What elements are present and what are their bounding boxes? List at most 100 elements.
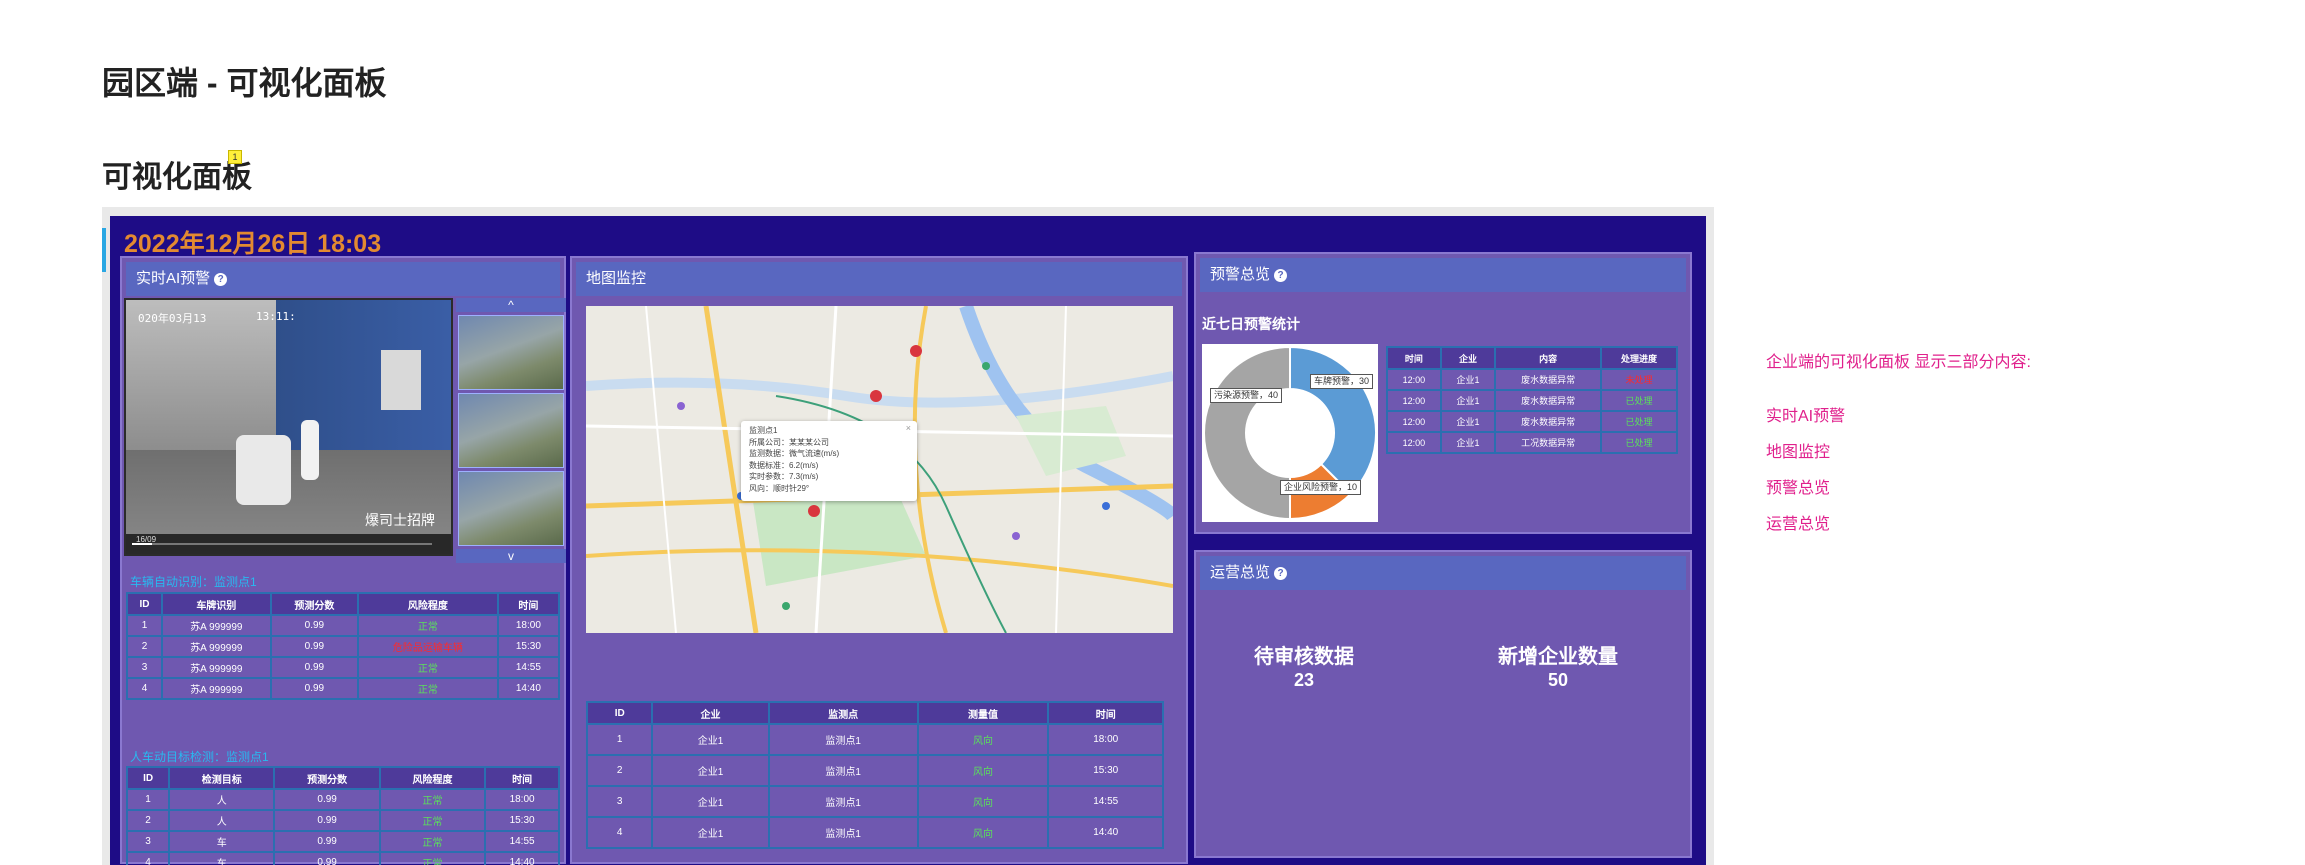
donut-slice[interactable] — [1203, 345, 1291, 521]
help-icon[interactable]: ? — [1274, 269, 1288, 282]
table-cell: 未处理 — [1599, 368, 1679, 391]
table-row[interactable]: 12:00 企业1 工况数据异常 已处理 — [1386, 431, 1679, 454]
video-player[interactable]: 020年03月13 13:11: 爆司士招牌 16/09 — [124, 298, 453, 556]
table-cell: 18:00 — [496, 614, 561, 637]
donut-slice[interactable] — [1289, 345, 1377, 496]
camera-thumbnail[interactable] — [458, 315, 564, 390]
table-cell: 0.99 — [273, 809, 381, 832]
popup-line: 风向：顺时针29° — [749, 483, 810, 493]
map-header: 地图监控 — [576, 262, 1182, 296]
table-header-cell: ID — [125, 766, 171, 790]
help-icon[interactable]: ? — [1274, 567, 1288, 580]
camera-thumbnail[interactable] — [458, 471, 564, 546]
dashboard-accent-bar — [102, 228, 106, 272]
table-row[interactable]: 2 人 0.99 正常 15:30 — [125, 809, 560, 832]
annotation-item: 运营总览 — [1766, 516, 1831, 533]
table-cell: 3 — [125, 830, 171, 853]
table-row[interactable]: 1 企业1 监测点1 风向 18:00 — [585, 723, 1164, 756]
ai-warning-header: 实时AI预警? — [126, 262, 560, 296]
table-cell: 0.99 — [273, 851, 381, 865]
map-view[interactable]: × 监测点1 所属公司：某某某公司 监测数据：微气流速(m/s) 数据标准：6.… — [586, 306, 1173, 633]
operations-panel: 运营总览? 待审核数据 23 新增企业数量 50 — [1194, 550, 1692, 858]
table-cell: 1 — [585, 723, 654, 756]
table-cell: 14:40 — [484, 851, 560, 865]
table-cell: 正常 — [357, 677, 499, 700]
table-header-cell: 处理进度 — [1599, 346, 1679, 370]
table-cell: 风向 — [916, 723, 1050, 756]
table-cell: 14:55 — [484, 830, 560, 853]
video-scene-cargo — [236, 435, 291, 505]
table-row[interactable]: 1 苏A 999999 0.99 正常 18:00 — [126, 614, 561, 637]
table-cell: 正常 — [357, 614, 499, 637]
table-cell: 1 — [125, 788, 171, 811]
table-cell: 12:00 — [1386, 410, 1442, 433]
popup-line: 实时参数：7.3(m/s) — [749, 472, 819, 481]
annotation-intro: 企业端的可视化面板 显示三部分内容: — [1766, 354, 2031, 371]
popup-line: 数据标准：6.2(m/s) — [749, 460, 819, 470]
pending-review-value: 23 — [1293, 670, 1315, 690]
video-seek-track[interactable] — [132, 543, 432, 545]
table-cell: 18:00 — [1047, 723, 1164, 756]
table-row[interactable]: 2 企业1 监测点1 风向 15:30 — [585, 754, 1164, 787]
dashboard: 2022年12月26日 18:03 实时AI预警? 020年03月13 13:1… — [110, 216, 1706, 865]
table-row[interactable]: 4 企业1 监测点1 风向 14:40 — [585, 816, 1164, 849]
table-row[interactable]: 1 人 0.99 正常 18:00 — [125, 788, 560, 811]
table-header-cell: 测量值 — [916, 701, 1050, 725]
table-row[interactable]: 12:00 企业1 废水数据异常 未处理 — [1386, 368, 1679, 391]
table-cell: 正常 — [357, 656, 499, 679]
table-cell: 0.99 — [269, 677, 360, 700]
table-row[interactable]: 4 车 0.99 正常 14:40 — [125, 851, 560, 865]
table-header-cell: 监测点 — [767, 701, 919, 725]
plate-table: ID 车牌识别 预测分数 风险程度 时间 1 苏A 999999 0.99 正常 18:00 2 苏A… — [126, 592, 561, 700]
chevron-down-icon[interactable]: v — [456, 549, 566, 563]
popup-line: 所属公司：某某某公司 — [749, 437, 829, 447]
new-enterprise-value: 50 — [1547, 670, 1569, 690]
table-cell: 正常 — [378, 809, 487, 832]
table-header-cell: 时间 — [1047, 701, 1164, 725]
table-cell: 风向 — [916, 754, 1050, 787]
map-panel: 地图监控 × 监测点1 所属公司：某某某公司 监测数据：微气流速(m/s) 数据… — [570, 256, 1188, 864]
table-row[interactable]: 12:00 企业1 废水数据异常 已处理 — [1386, 389, 1679, 412]
table-cell: 15:30 — [484, 809, 560, 832]
table-cell: 2 — [125, 809, 171, 832]
table-header-cell: 风险程度 — [357, 592, 499, 616]
table-cell: 监测点1 — [767, 754, 919, 787]
comment-marker[interactable]: 1 — [228, 150, 242, 164]
map-popup: × 监测点1 所属公司：某某某公司 监测数据：微气流速(m/s) 数据标准：6.… — [741, 421, 917, 501]
popup-line: 监测数据：微气流速(m/s) — [749, 449, 840, 458]
table-header-cell: 检测目标 — [168, 766, 276, 790]
table-cell: 工况数据异常 — [1494, 431, 1602, 454]
warning-table: 时间 企业 内容 处理进度 12:00 企业1 废水数据异常 未处理 12:00 企业1 废水数据异… — [1386, 346, 1679, 454]
table-row[interactable]: 12:00 企业1 废水数据异常 已处理 — [1386, 410, 1679, 433]
video-controls[interactable]: 16/09 — [126, 534, 451, 554]
pending-review-label: 待审核数据 — [1254, 646, 1354, 668]
table-row[interactable]: 3 车 0.99 正常 14:55 — [125, 830, 560, 853]
table-cell: 正常 — [378, 830, 487, 853]
table-row[interactable]: 4 苏A 999999 0.99 正常 14:40 — [126, 677, 561, 700]
ai-warning-title: 实时AI预警 — [136, 270, 211, 287]
table-header-cell: 预测分数 — [269, 592, 360, 616]
table-header-cell: 时间 — [1386, 346, 1442, 370]
table-cell: 0.99 — [269, 635, 360, 658]
close-icon[interactable]: × — [906, 423, 911, 435]
page-title: 园区端 - 可视化面板 — [102, 65, 387, 101]
table-cell: 0.99 — [269, 614, 360, 637]
warning-subtitle: 近七日预警统计 — [1202, 316, 1300, 332]
table-cell: 14:40 — [1047, 816, 1164, 849]
video-scene-sign — [381, 350, 421, 410]
table-cell: 4 — [126, 677, 163, 700]
table-row[interactable]: 3 企业1 监测点1 风向 14:55 — [585, 785, 1164, 818]
donut-label-enterprise: 企业风险预警，10 — [1280, 480, 1362, 495]
dashboard-datetime: 2022年12月26日 18:03 — [124, 230, 382, 258]
video-duration: 16/09 — [136, 535, 157, 544]
ai-warning-panel: 实时AI预警? 020年03月13 13:11: 爆司士招牌 16/09 ^ v — [120, 256, 566, 865]
camera-thumbnail[interactable] — [458, 393, 564, 468]
table-header-cell: 车牌识别 — [160, 592, 272, 616]
table-cell: 人 — [168, 809, 276, 832]
warning-title: 预警总览 — [1210, 266, 1271, 283]
table-row[interactable]: 3 苏A 999999 0.99 正常 14:55 — [126, 656, 561, 679]
table-cell: 监测点1 — [767, 816, 919, 849]
help-icon[interactable]: ? — [214, 273, 228, 286]
table-row[interactable]: 2 苏A 999999 0.99 危险品运输车辆 15:30 — [126, 635, 561, 658]
chevron-up-icon[interactable]: ^ — [456, 298, 566, 312]
